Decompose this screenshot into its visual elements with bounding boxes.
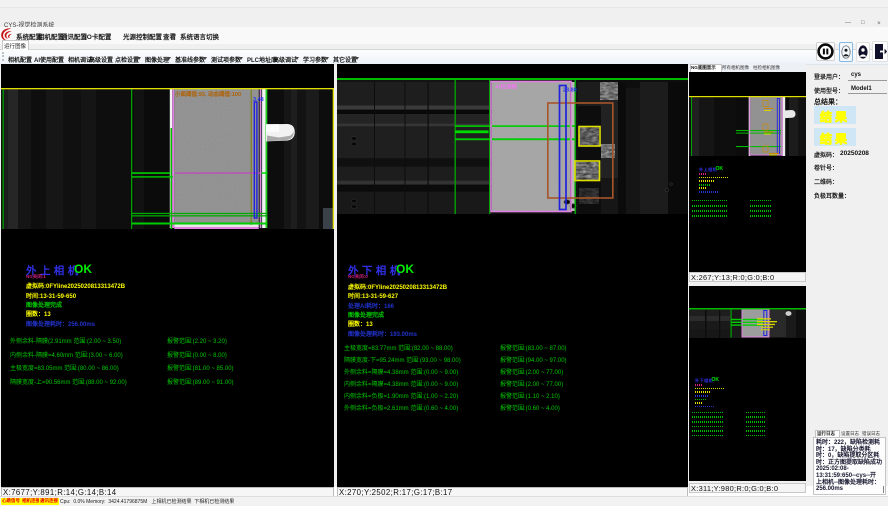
svg-text:23.88: 23.88 xyxy=(563,88,577,94)
svg-text:AI检测框: AI检测框 xyxy=(495,83,518,91)
svg-text:3.48: 3.48 xyxy=(253,97,264,103)
svg-text:小面阈值:93, 动态阈值:100: 小面阈值:93, 动态阈值:100 xyxy=(175,90,241,98)
